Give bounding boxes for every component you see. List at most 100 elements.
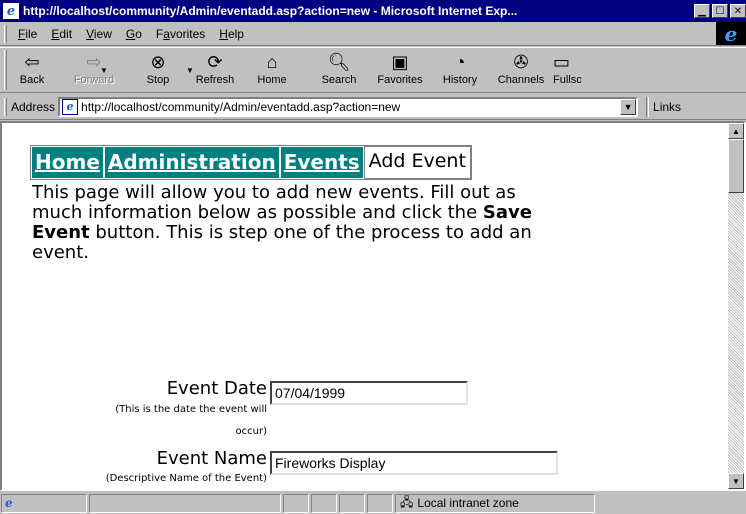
back-button[interactable]: ⇦ Back [9, 48, 55, 92]
nav-home-link[interactable]: Home [31, 146, 104, 179]
status-bar: e 🖧 Local intranet zone [0, 492, 746, 514]
address-grip[interactable] [4, 97, 7, 116]
search-label: Search [321, 74, 357, 86]
menu-favorites-key: a [163, 26, 170, 41]
home-label: Home [257, 74, 287, 86]
links-separator [646, 96, 650, 117]
local-intranet-icon: 🖧 [400, 494, 414, 509]
menu-help-key: H [219, 26, 228, 41]
refresh-icon: ⟳ [207, 51, 223, 72]
menu-help-rest: elp [227, 26, 244, 41]
forward-label: Forward [73, 74, 115, 86]
refresh-label: Refresh [195, 74, 235, 86]
vertical-scrollbar[interactable]: ▲ ▼ [728, 123, 744, 489]
event-name-label: Event Name [156, 448, 267, 469]
toolbar-grip[interactable] [4, 50, 7, 90]
fullscreen-icon: ▭ [553, 51, 571, 72]
status-page-icon: e [5, 496, 13, 510]
event-date-hint-line2: occur) [235, 426, 267, 437]
scroll-down-icon[interactable]: ▼ [728, 473, 744, 489]
menu-view[interactable]: View [79, 27, 119, 41]
intro-text-start: This page will allow you to add new even… [32, 182, 516, 223]
home-icon: ⌂ [266, 51, 278, 72]
menu-favorites[interactable]: Favorites [149, 27, 212, 41]
nav-current-page: Add Event [363, 146, 471, 179]
ie-logo-icon: e [716, 22, 746, 46]
history-button[interactable]: ◔ History [431, 48, 489, 92]
menu-edit[interactable]: Edit [44, 27, 79, 41]
fullscreen-button[interactable]: ▭ Fullsc [553, 48, 593, 92]
search-icon: 🔍︎ [327, 51, 351, 72]
page-icon: e [62, 98, 79, 115]
address-url: http://localhost/community/Admin/eventad… [81, 99, 401, 114]
channels-satellite-icon: ✇ [513, 51, 529, 72]
status-pane-1 [283, 493, 309, 513]
event-date-input[interactable]: 07/04/1999 [270, 381, 468, 405]
menu-view-rest: iew [93, 26, 112, 41]
back-label: Back [19, 74, 45, 86]
event-date-label: Event Date [166, 378, 267, 399]
address-bar: Address e http://localhost/community/Adm… [0, 94, 746, 120]
address-input[interactable]: e http://localhost/community/Admin/event… [58, 96, 639, 117]
status-resize-area [597, 494, 739, 513]
web-page: Home Administration Events Add Event Thi… [2, 123, 728, 489]
history-label: History [442, 74, 478, 86]
standard-toolbar: ⇦ Back ▼ ⇨ Forward ▼ ⊗ Stop ⟳ Refresh ⌂ … [0, 47, 746, 93]
menu-go-key: G [125, 26, 136, 41]
status-pane-2 [311, 493, 337, 513]
refresh-button[interactable]: ⟳ Refresh [185, 48, 245, 92]
back-arrow-icon: ⇦ [24, 51, 40, 72]
history-icon: ◔ [454, 51, 466, 72]
nav-administration-link[interactable]: Administration [103, 146, 280, 179]
stop-label: Stop [146, 74, 170, 86]
nav-events-link[interactable]: Events [279, 146, 364, 179]
status-pane-3 [339, 493, 365, 513]
event-name-input[interactable]: Fireworks Display [270, 451, 558, 475]
breadcrumb-nav: Home Administration Events Add Event [30, 145, 472, 180]
scroll-thumb[interactable] [728, 139, 744, 193]
address-dropdown-icon[interactable]: ▼ [620, 98, 637, 115]
title-bar[interactable]: e http://localhost/community/Admin/event… [0, 0, 746, 22]
menu-go-rest: o [135, 26, 142, 41]
forward-button[interactable]: ⇨ Forward [65, 48, 123, 92]
channels-button[interactable]: ✇ Channels [489, 48, 553, 92]
channels-label: Channels [497, 74, 545, 86]
ie-page-icon: e [3, 3, 19, 19]
menu-grip[interactable] [4, 24, 7, 43]
event-name-hint: (Descriptive Name of the Event) [105, 473, 267, 484]
status-zone-text: Local intranet zone [417, 496, 519, 510]
status-main-pane: e [1, 493, 87, 513]
forward-arrow-icon: ⇨ [86, 51, 102, 72]
links-button[interactable]: Links [653, 100, 681, 114]
stop-icon: ⊗ [150, 51, 166, 72]
fullscreen-label: Fullsc [553, 74, 582, 86]
favorites-label: Favorites [377, 74, 423, 86]
intro-text: This page will allow you to add new even… [32, 183, 552, 263]
menu-file-rest: ile [25, 26, 38, 41]
status-zone-pane: 🖧 Local intranet zone [395, 493, 595, 513]
window-title: http://localhost/community/Admin/eventad… [23, 4, 518, 18]
menu-help[interactable]: Help [212, 27, 251, 41]
menu-view-key: V [86, 26, 94, 41]
minimize-button[interactable]: ▁ [694, 4, 710, 18]
menu-favorites-rest: vorites [169, 26, 206, 41]
stop-button[interactable]: ⊗ Stop [131, 48, 185, 92]
maximize-button[interactable]: ☐ [712, 4, 728, 18]
home-button[interactable]: ⌂ Home [245, 48, 299, 92]
search-button[interactable]: 🔍︎ Search [309, 48, 369, 92]
menu-bar: File Edit View Go Favorites Help e [0, 22, 746, 46]
content-frame: Home Administration Events Add Event Thi… [0, 121, 746, 491]
scroll-up-icon[interactable]: ▲ [728, 123, 744, 139]
address-label: Address [11, 99, 56, 114]
intro-text-end: button. This is step one of the process … [32, 222, 532, 263]
close-button[interactable]: ✕ [730, 4, 746, 18]
favorites-button[interactable]: ▣ Favorites [369, 48, 431, 92]
status-pane-4 [367, 493, 393, 513]
window-controls: ▁ ☐ ✕ [692, 4, 746, 18]
menu-go[interactable]: Go [119, 27, 149, 41]
favorites-folder-icon: ▣ [391, 51, 409, 72]
menu-edit-rest: dit [59, 26, 73, 41]
menu-file[interactable]: File [11, 27, 44, 41]
event-date-hint-line1: (This is the date the event will [115, 404, 267, 415]
browser-window: e http://localhost/community/Admin/event… [0, 0, 746, 514]
